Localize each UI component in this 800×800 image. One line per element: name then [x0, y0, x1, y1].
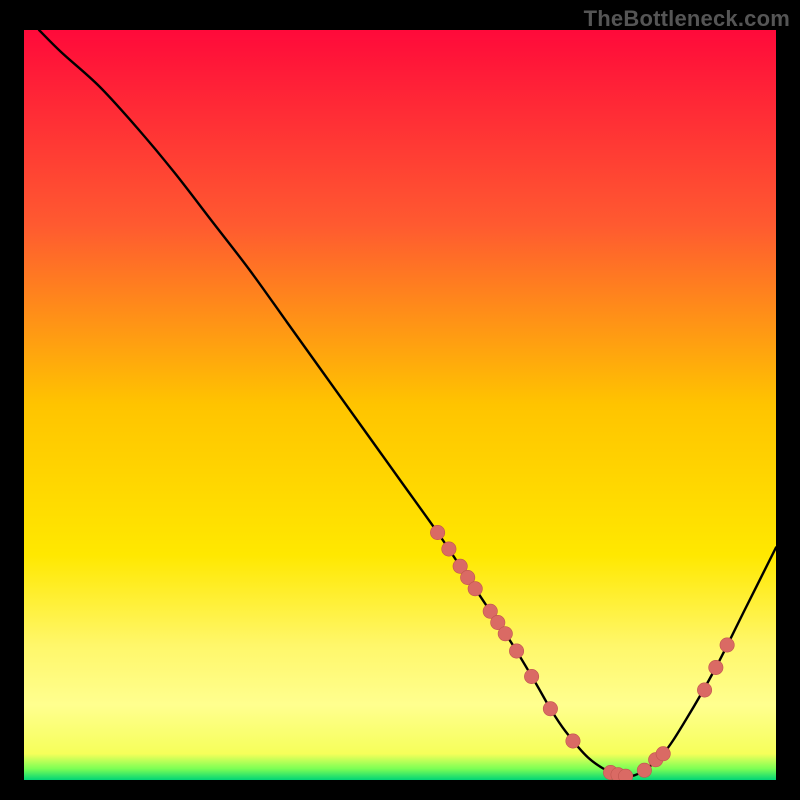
gradient-background — [24, 30, 776, 780]
watermark-text: TheBottleneck.com — [584, 6, 790, 32]
data-marker — [637, 763, 651, 777]
chart-frame: TheBottleneck.com — [0, 0, 800, 800]
chart-svg — [24, 30, 776, 780]
data-marker — [442, 542, 456, 556]
plot-area — [24, 30, 776, 780]
data-marker — [566, 734, 580, 748]
data-marker — [709, 660, 723, 674]
data-marker — [543, 702, 557, 716]
data-marker — [468, 582, 482, 596]
data-marker — [524, 669, 538, 683]
data-marker — [509, 644, 523, 658]
data-marker — [697, 683, 711, 697]
data-marker — [430, 525, 444, 539]
data-marker — [720, 638, 734, 652]
data-marker — [656, 747, 670, 761]
data-marker — [498, 627, 512, 641]
